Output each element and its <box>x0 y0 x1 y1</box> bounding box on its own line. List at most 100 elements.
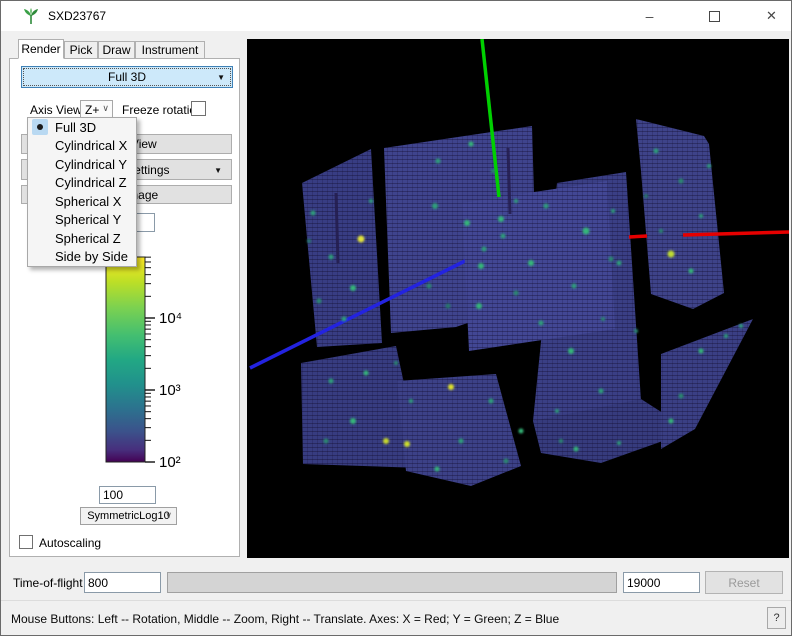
detector-bank-front-center-texture <box>462 181 615 351</box>
menu-item-spherical-z[interactable]: Spherical Z <box>28 229 136 248</box>
scale-type-combo[interactable]: SymmetricLog10 ∨ <box>80 507 177 525</box>
statusbar-help-text: Mouse Buttons: Left -- Rotation, Middle … <box>11 612 559 626</box>
colorbar: 10⁴10³10² <box>98 252 198 477</box>
menu-item-cylindrical-x[interactable]: Cylindrical X <box>28 137 136 156</box>
scale-type-value: SymmetricLog10 <box>87 510 170 522</box>
menu-item-label: Full 3D <box>55 120 96 135</box>
bragg-peak-spot <box>498 216 504 222</box>
menu-item-full-3d[interactable]: Full 3D <box>28 118 136 137</box>
bragg-peak-spot <box>699 349 704 354</box>
tof-reset-button[interactable]: Reset <box>705 571 783 594</box>
bragg-peak-spot <box>476 303 482 309</box>
bragg-peak-spot <box>404 441 410 447</box>
bragg-peak-spot <box>350 285 356 291</box>
bragg-peak-spot <box>448 384 454 390</box>
bragg-peak-spot <box>724 334 728 338</box>
bragg-peak-spot <box>427 284 432 289</box>
menu-item-cylindrical-y[interactable]: Cylindrical Y <box>28 155 136 174</box>
projection-combo[interactable]: Full 3D ▼ <box>21 66 233 88</box>
bragg-peak-spot <box>311 211 316 216</box>
bragg-peak-spot <box>501 234 506 239</box>
bragg-peak-spot <box>369 199 373 203</box>
menu-item-label: Cylindrical Z <box>55 175 127 190</box>
detector-dark-streak <box>508 148 510 214</box>
bragg-peak-spot <box>435 467 440 472</box>
bragg-peak-spot <box>707 164 711 168</box>
bragg-peak-spot <box>669 419 674 424</box>
bragg-peak-spot <box>654 149 659 154</box>
scale-min-input[interactable] <box>99 486 156 504</box>
bragg-peak-spot <box>519 429 524 434</box>
bragg-peak-spot <box>459 439 464 444</box>
maximize-icon <box>709 11 720 22</box>
bragg-peak-spot <box>329 255 334 260</box>
tab-draw[interactable]: Draw <box>98 41 135 59</box>
chevron-down-icon: ∨ <box>102 103 109 114</box>
menu-item-side-by-side[interactable]: Side by Side <box>28 248 136 267</box>
bragg-peak-spot <box>491 169 495 173</box>
bragg-peak-spot <box>572 284 577 289</box>
bragg-peak-spot <box>574 447 579 452</box>
bragg-peak-spot <box>634 329 638 333</box>
tof-max-input[interactable] <box>623 572 700 593</box>
help-icon: ? <box>773 612 779 624</box>
tab-render[interactable]: Render <box>18 39 64 59</box>
bragg-peak-spot <box>659 229 663 233</box>
menu-item-label: Cylindrical Y <box>55 157 127 172</box>
bragg-peak-spot <box>601 317 605 321</box>
bragg-peak-spot <box>394 361 398 365</box>
minimize-button[interactable]: – <box>627 1 672 31</box>
combo-arrow-icon: ▼ <box>214 166 222 175</box>
menu-item-spherical-x[interactable]: Spherical X <box>28 192 136 211</box>
projection-combo-value: Full 3D <box>108 70 146 84</box>
bragg-peak-spot <box>583 228 590 235</box>
bragg-peak-spot <box>539 321 544 326</box>
bragg-peak-spot <box>689 269 694 274</box>
tof-reset-label: Reset <box>728 576 759 590</box>
bragg-peak-spot <box>324 439 329 444</box>
menu-item-spherical-y[interactable]: Spherical Y <box>28 211 136 230</box>
bragg-peak-spot <box>644 194 648 198</box>
bragg-peak-spot <box>514 291 519 296</box>
help-button[interactable]: ? <box>767 607 786 629</box>
bragg-peak-spot <box>559 439 563 443</box>
title-bar: SXD23767 – ✕ <box>1 1 791 31</box>
menu-item-label: Cylindrical X <box>55 138 127 153</box>
time-of-flight-label: Time-of-flight <box>13 576 83 590</box>
close-icon: ✕ <box>766 8 777 24</box>
close-button[interactable]: ✕ <box>749 1 792 31</box>
bragg-peak-spot <box>432 203 438 209</box>
bragg-peak-spot <box>504 459 509 464</box>
menu-item-cylindrical-z[interactable]: Cylindrical Z <box>28 174 136 193</box>
selected-bullet-icon <box>32 119 48 135</box>
bragg-peak-spot <box>514 199 518 203</box>
maximize-button[interactable] <box>692 1 737 31</box>
freeze-rotation-checkbox[interactable] <box>191 101 206 116</box>
bragg-peak-spot <box>350 418 356 424</box>
bragg-peak-spot <box>317 299 322 304</box>
menu-item-label: Side by Side <box>55 249 128 264</box>
bragg-peak-spot <box>739 324 743 328</box>
bragg-peak-spot <box>599 389 604 394</box>
combo-arrow-icon: ▼ <box>217 73 225 82</box>
statusbar-divider <box>1 600 791 601</box>
tof-min-input[interactable] <box>84 572 161 593</box>
bragg-peak-spot <box>482 247 487 252</box>
bragg-peak-spot <box>679 394 684 399</box>
minimize-icon: – <box>646 8 654 24</box>
autoscaling-label: Autoscaling <box>39 536 101 550</box>
tab-instrument[interactable]: Instrument <box>135 41 205 59</box>
bragg-peak-spot <box>469 142 474 147</box>
colorbar-tick-label: 10³ <box>159 382 181 399</box>
instrument-3d-view[interactable] <box>247 39 789 558</box>
bragg-peak-spot <box>617 261 622 266</box>
bragg-peak-spot <box>383 438 389 444</box>
x-axis-red-seg1 <box>629 236 647 237</box>
autoscaling-checkbox[interactable] <box>19 535 33 549</box>
tof-range-slider[interactable] <box>167 572 617 593</box>
bragg-peak-spot <box>699 214 703 218</box>
app-window: SXD23767 – ✕ Render Pick Draw Instrument… <box>0 0 792 636</box>
bragg-peak-spot <box>609 257 614 262</box>
tab-pick[interactable]: Pick <box>64 41 98 59</box>
window-title: SXD23767 <box>48 9 106 23</box>
